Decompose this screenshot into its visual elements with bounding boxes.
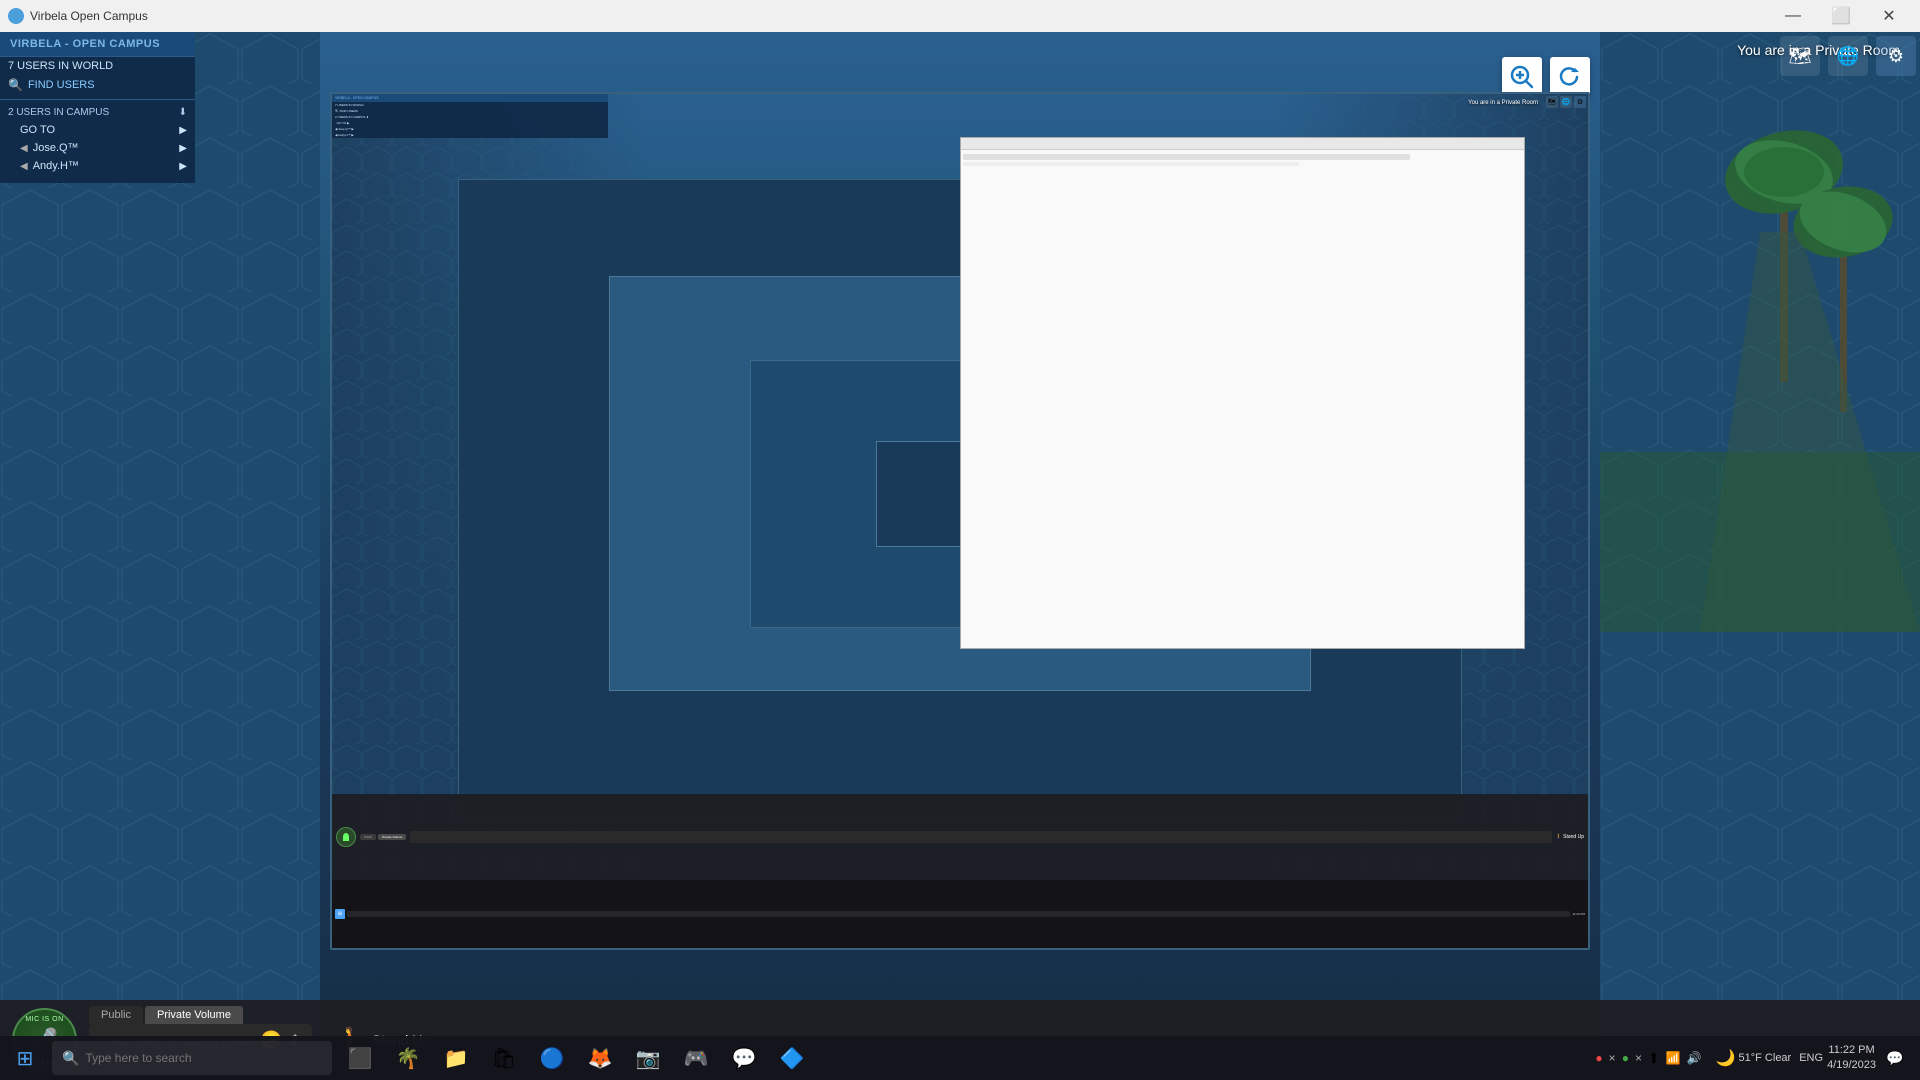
right-hex-wall <box>1600 32 1920 1080</box>
close-button[interactable]: ✕ <box>1866 0 1912 32</box>
chrome-icon[interactable]: 🔵 <box>530 1036 574 1080</box>
start-button[interactable]: ⊞ <box>0 1036 50 1080</box>
virbela-icon[interactable]: 🔷 <box>770 1036 814 1080</box>
app-name-label: VIRBELA - OPEN CAMPUS <box>10 38 185 50</box>
photos-icon[interactable]: 📷 <box>626 1036 670 1080</box>
panel-divider-1 <box>0 99 195 100</box>
user-andy-label: Andy.H™ <box>33 160 79 172</box>
tray-icon-4: × <box>1635 1051 1642 1065</box>
taskbar-search-input[interactable] <box>85 1051 322 1065</box>
window-title: Virbela Open Campus <box>30 9 148 23</box>
title-bar: Virbela Open Campus — ⬜ ✕ <box>0 0 1920 32</box>
file-explorer-icon[interactable]: 📁 <box>434 1036 478 1080</box>
mic-on-label: MIC IS ON <box>25 1016 63 1023</box>
globe-icon[interactable]: 🌐 <box>1828 36 1868 76</box>
notification-button[interactable]: 💬 <box>1880 1036 1910 1080</box>
users-in-world-label: 7 USERS IN WORLD <box>8 60 113 72</box>
tree-app-icon[interactable]: 🌴 <box>386 1036 430 1080</box>
sort-icon: ⬇ <box>179 107 187 118</box>
title-bar-left: Virbela Open Campus <box>8 8 148 24</box>
weather-display[interactable]: 🌙 51°F Clear <box>1712 1046 1796 1070</box>
tray-icon-2: × <box>1609 1051 1616 1065</box>
settings-icon[interactable]: ⚙ <box>1876 36 1916 76</box>
weather-icon: 🌙 <box>1716 1048 1736 1068</box>
time-display: 11:22 PM 4/19/2023 <box>1827 1043 1876 1074</box>
app-icon <box>8 8 24 24</box>
top-right-icons-container: 🗺 🌐 ⚙ <box>1780 36 1916 76</box>
find-users-row[interactable]: 🔍 FIND USERS <box>0 75 195 95</box>
windows-taskbar: ⊞ 🔍 ⬛ 🌴 📁 🛍 🔵 🦊 📷 🎮 💬 🔷 ● × ● × ⬆ 📶 🔊 🌙 <box>0 1036 1920 1080</box>
user-jose-label: Jose.Q™ <box>33 142 79 154</box>
left-hex-wall <box>0 32 320 1080</box>
mini-browser-window <box>960 137 1525 649</box>
mini-taskbar: ⊞ 11:22 PM <box>332 880 1588 948</box>
go-to-label: GO TO <box>20 124 55 136</box>
game-icon[interactable]: 🎮 <box>674 1036 718 1080</box>
chat-icon[interactable]: 💬 <box>722 1036 766 1080</box>
outer-screen-frame: VIRBELA - OPEN CAMPUS 7 USERS IN WORLD 🔍… <box>330 92 1590 950</box>
language-label: ENG <box>1799 1052 1823 1064</box>
mini-chat-bar: Public Private Volume 🚶 Stand Up <box>332 794 1588 879</box>
speaker-icon-jose: ◀ <box>20 143 28 154</box>
panel-header: VIRBELA - OPEN CAMPUS <box>0 32 195 57</box>
weather-label: 51°F Clear <box>1739 1052 1792 1064</box>
left-panel: VIRBELA - OPEN CAMPUS 7 USERS IN WORLD 🔍… <box>0 32 195 183</box>
tray-icon-1: ● <box>1595 1051 1602 1065</box>
users-in-campus-row: 2 USERS IN CAMPUS ⬇ <box>0 104 195 121</box>
jose-arrow: ▶ <box>179 143 187 154</box>
refresh-button[interactable] <box>1550 57 1590 97</box>
screen-container: VIRBELA - OPEN CAMPUS 7 USERS IN WORLD 🔍… <box>330 92 1590 950</box>
user-andy-row[interactable]: ◀ Andy.H™ ▶ <box>0 157 195 175</box>
chat-tab-row: Public Private Volume <box>89 1006 312 1024</box>
windows-logo-icon: ⊞ <box>17 1046 34 1071</box>
tray-icon-3: ● <box>1622 1051 1629 1065</box>
date-label: 4/19/2023 <box>1827 1058 1876 1073</box>
users-in-world-row: 7 USERS IN WORLD <box>0 57 195 75</box>
minimize-button[interactable]: — <box>1770 0 1816 32</box>
taskbar-search-icon: 🔍 <box>62 1050 79 1067</box>
firefox-icon[interactable]: 🦊 <box>578 1036 622 1080</box>
task-view-button[interactable]: ⬛ <box>338 1036 382 1080</box>
network-icon: 📶 <box>1666 1051 1681 1065</box>
taskbar-search-bar[interactable]: 🔍 <box>52 1041 332 1075</box>
world-background: VIRBELA - OPEN CAMPUS 7 USERS IN WORLD 🔍… <box>0 32 1920 1080</box>
zoom-in-button[interactable] <box>1502 57 1542 97</box>
go-to-row[interactable]: GO TO ▶ <box>0 121 195 139</box>
zoom-controls-container <box>1502 57 1590 97</box>
store-icon[interactable]: 🛍 <box>482 1036 526 1080</box>
small-panel-replica: VIRBELA - OPEN CAMPUS 7 USERS IN WORLD 🔍… <box>332 94 608 138</box>
time-label: 11:22 PM <box>1827 1043 1876 1058</box>
search-icon: 🔍 <box>8 78 23 92</box>
window-controls: — ⬜ ✕ <box>1770 0 1912 32</box>
user-jose-row[interactable]: ◀ Jose.Q™ ▶ <box>0 139 195 157</box>
private-volume-tab[interactable]: Private Volume <box>145 1006 243 1024</box>
language-display: ENG <box>1799 1052 1823 1064</box>
find-users-label: FIND USERS <box>28 79 95 91</box>
taskbar-apps: ⬛ 🌴 📁 🛍 🔵 🦊 📷 🎮 💬 🔷 <box>338 1036 814 1080</box>
game-area: VIRBELA - OPEN CAMPUS 7 USERS IN WORLD 🔍… <box>0 32 1920 1080</box>
volume-icon: 🔊 <box>1687 1051 1702 1065</box>
go-to-arrow: ▶ <box>179 125 187 136</box>
taskbar-tray: ● × ● × ⬆ 📶 🔊 🌙 51°F Clear ENG 11:22 PM … <box>1595 1036 1920 1080</box>
map-icon[interactable]: 🗺 <box>1780 36 1820 76</box>
tray-icon-5: ⬆ <box>1648 1050 1660 1067</box>
public-tab[interactable]: Public <box>89 1006 143 1024</box>
users-in-campus-label: 2 USERS IN CAMPUS <box>8 107 109 118</box>
speaker-icon-andy: ◀ <box>20 161 28 172</box>
maximize-button[interactable]: ⬜ <box>1818 0 1864 32</box>
andy-arrow: ▶ <box>179 161 187 172</box>
